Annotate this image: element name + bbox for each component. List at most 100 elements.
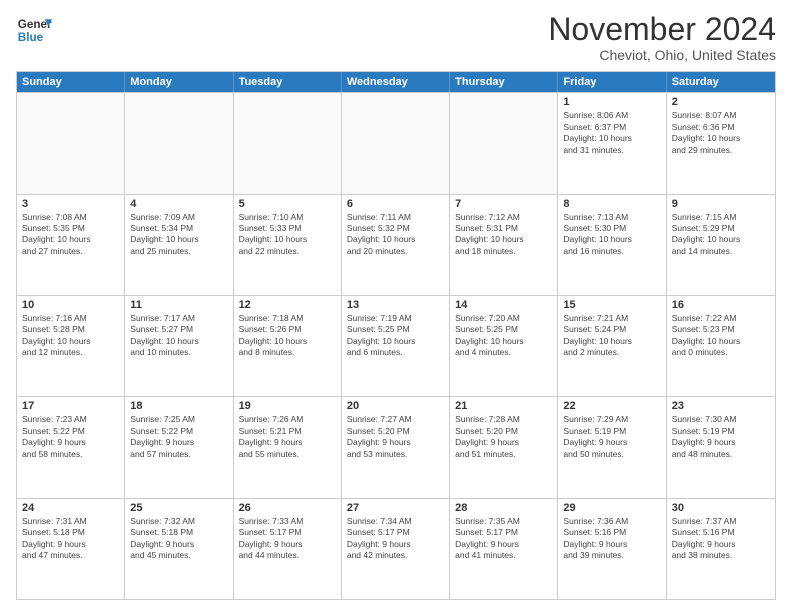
day-info: Sunrise: 7:20 AM Sunset: 5:25 PM Dayligh… (455, 313, 552, 359)
calendar-cell: 21 Sunrise: 7:28 AM Sunset: 5:20 PM Dayli… (450, 397, 558, 497)
day-number: 28 (455, 502, 552, 514)
day-number: 23 (672, 400, 770, 412)
calendar-cell: 7 Sunrise: 7:12 AM Sunset: 5:31 PM Daylig… (450, 195, 558, 295)
day-number: 15 (563, 299, 660, 311)
calendar-cell: 2 Sunrise: 8:07 AM Sunset: 6:36 PM Daylig… (667, 93, 775, 193)
day-info: Sunrise: 7:27 AM Sunset: 5:20 PM Dayligh… (347, 414, 444, 460)
day-number: 3 (22, 198, 119, 210)
calendar-cell: 9Sunrise: 7:15 AM Sunset: 5:29 PM Daylig… (667, 195, 775, 295)
calendar-cell: 28Sunrise: 7:35 AM Sunset: 5:17 PM Dayli… (450, 499, 558, 599)
calendar-row: 3 Sunrise: 7:08 AM Sunset: 5:35 PM Daylig… (17, 194, 775, 295)
calendar-cell: 10 Sunrise: 7:16 AM Sunset: 5:28 PM Dayli… (17, 296, 125, 396)
calendar-cell: 23 Sunrise: 7:30 AM Sunset: 5:19 PM Dayli… (667, 397, 775, 497)
calendar-header-cell: Saturday (667, 72, 775, 92)
calendar-cell: 3 Sunrise: 7:08 AM Sunset: 5:35 PM Daylig… (17, 195, 125, 295)
calendar-cell: 22 Sunrise: 7:29 AM Sunset: 5:19 PM Dayli… (558, 397, 666, 497)
calendar-cell (450, 93, 558, 193)
month-title: November 2024 (548, 12, 776, 47)
calendar-cell (342, 93, 450, 193)
calendar-cell: 4 Sunrise: 7:09 AM Sunset: 5:34 PM Daylig… (125, 195, 233, 295)
calendar-cell: 13Sunrise: 7:19 AM Sunset: 5:25 PM Dayli… (342, 296, 450, 396)
calendar-cell: 16Sunrise: 7:22 AM Sunset: 5:23 PM Dayli… (667, 296, 775, 396)
day-number: 19 (239, 400, 336, 412)
day-number: 4 (130, 198, 227, 210)
calendar: SundayMondayTuesdayWednesdayThursdayFrid… (16, 71, 776, 600)
calendar-row: 10 Sunrise: 7:16 AM Sunset: 5:28 PM Dayli… (17, 295, 775, 396)
calendar-cell: 8 Sunrise: 7:13 AM Sunset: 5:30 PM Daylig… (558, 195, 666, 295)
calendar-header-cell: Friday (558, 72, 666, 92)
day-number: 6 (347, 198, 444, 210)
day-info: Sunrise: 7:28 AM Sunset: 5:20 PM Dayligh… (455, 414, 552, 460)
day-info: Sunrise: 8:06 AM Sunset: 6:37 PM Dayligh… (563, 110, 660, 156)
day-info: Sunrise: 7:17 AM Sunset: 5:27 PM Dayligh… (130, 313, 227, 359)
day-info: Sunrise: 7:09 AM Sunset: 5:34 PM Dayligh… (130, 212, 227, 258)
day-number: 21 (455, 400, 552, 412)
calendar-cell (234, 93, 342, 193)
day-number: 26 (239, 502, 336, 514)
calendar-cell: 20Sunrise: 7:27 AM Sunset: 5:20 PM Dayli… (342, 397, 450, 497)
day-info: Sunrise: 8:07 AM Sunset: 6:36 PM Dayligh… (672, 110, 770, 156)
day-info: Sunrise: 7:10 AM Sunset: 5:33 PM Dayligh… (239, 212, 336, 258)
day-number: 12 (239, 299, 336, 311)
calendar-cell: 25Sunrise: 7:32 AM Sunset: 5:18 PM Dayli… (125, 499, 233, 599)
day-info: Sunrise: 7:12 AM Sunset: 5:31 PM Dayligh… (455, 212, 552, 258)
calendar-cell: 29 Sunrise: 7:36 AM Sunset: 5:16 PM Dayli… (558, 499, 666, 599)
calendar-header: SundayMondayTuesdayWednesdayThursdayFrid… (17, 72, 775, 92)
day-number: 18 (130, 400, 227, 412)
svg-text:Blue: Blue (18, 31, 44, 44)
day-info: Sunrise: 7:19 AM Sunset: 5:25 PM Dayligh… (347, 313, 444, 359)
day-info: Sunrise: 7:23 AM Sunset: 5:22 PM Dayligh… (22, 414, 119, 460)
logo: General Blue (16, 12, 52, 48)
day-number: 29 (563, 502, 660, 514)
day-info: Sunrise: 7:30 AM Sunset: 5:19 PM Dayligh… (672, 414, 770, 460)
day-info: Sunrise: 7:11 AM Sunset: 5:32 PM Dayligh… (347, 212, 444, 258)
calendar-cell: 14 Sunrise: 7:20 AM Sunset: 5:25 PM Dayli… (450, 296, 558, 396)
calendar-cell: 26Sunrise: 7:33 AM Sunset: 5:17 PM Dayli… (234, 499, 342, 599)
header: General Blue November 2024 Cheviot, Ohio… (16, 12, 776, 63)
calendar-body: 1 Sunrise: 8:06 AM Sunset: 6:37 PM Daylig… (17, 92, 775, 599)
day-number: 27 (347, 502, 444, 514)
day-info: Sunrise: 7:21 AM Sunset: 5:24 PM Dayligh… (563, 313, 660, 359)
day-info: Sunrise: 7:31 AM Sunset: 5:18 PM Dayligh… (22, 516, 119, 562)
day-info: Sunrise: 7:15 AM Sunset: 5:29 PM Dayligh… (672, 212, 770, 258)
day-number: 30 (672, 502, 770, 514)
calendar-header-cell: Monday (125, 72, 233, 92)
calendar-cell (125, 93, 233, 193)
calendar-header-cell: Thursday (450, 72, 558, 92)
day-number: 17 (22, 400, 119, 412)
calendar-cell: 17 Sunrise: 7:23 AM Sunset: 5:22 PM Dayli… (17, 397, 125, 497)
day-info: Sunrise: 7:13 AM Sunset: 5:30 PM Dayligh… (563, 212, 660, 258)
day-info: Sunrise: 7:37 AM Sunset: 5:16 PM Dayligh… (672, 516, 770, 562)
calendar-cell: 30 Sunrise: 7:37 AM Sunset: 5:16 PM Dayli… (667, 499, 775, 599)
page: General Blue November 2024 Cheviot, Ohio… (0, 0, 792, 612)
day-info: Sunrise: 7:25 AM Sunset: 5:22 PM Dayligh… (130, 414, 227, 460)
day-number: 11 (130, 299, 227, 311)
day-info: Sunrise: 7:08 AM Sunset: 5:35 PM Dayligh… (22, 212, 119, 258)
day-number: 10 (22, 299, 119, 311)
day-info: Sunrise: 7:36 AM Sunset: 5:16 PM Dayligh… (563, 516, 660, 562)
logo-icon: General Blue (16, 12, 52, 48)
calendar-cell: 27 Sunrise: 7:34 AM Sunset: 5:17 PM Dayli… (342, 499, 450, 599)
calendar-cell: 1 Sunrise: 8:06 AM Sunset: 6:37 PM Daylig… (558, 93, 666, 193)
calendar-cell: 6 Sunrise: 7:11 AM Sunset: 5:32 PM Daylig… (342, 195, 450, 295)
day-info: Sunrise: 7:34 AM Sunset: 5:17 PM Dayligh… (347, 516, 444, 562)
day-number: 14 (455, 299, 552, 311)
calendar-cell: 12 Sunrise: 7:18 AM Sunset: 5:26 PM Dayli… (234, 296, 342, 396)
day-info: Sunrise: 7:18 AM Sunset: 5:26 PM Dayligh… (239, 313, 336, 359)
calendar-cell: 5Sunrise: 7:10 AM Sunset: 5:33 PM Daylig… (234, 195, 342, 295)
day-info: Sunrise: 7:26 AM Sunset: 5:21 PM Dayligh… (239, 414, 336, 460)
day-number: 16 (672, 299, 770, 311)
day-number: 2 (672, 96, 770, 108)
day-number: 22 (563, 400, 660, 412)
location: Cheviot, Ohio, United States (548, 47, 776, 63)
day-number: 7 (455, 198, 552, 210)
calendar-header-cell: Tuesday (234, 72, 342, 92)
day-info: Sunrise: 7:32 AM Sunset: 5:18 PM Dayligh… (130, 516, 227, 562)
day-info: Sunrise: 7:29 AM Sunset: 5:19 PM Dayligh… (563, 414, 660, 460)
day-number: 8 (563, 198, 660, 210)
day-number: 1 (563, 96, 660, 108)
calendar-cell: 18 Sunrise: 7:25 AM Sunset: 5:22 PM Dayli… (125, 397, 233, 497)
day-info: Sunrise: 7:16 AM Sunset: 5:28 PM Dayligh… (22, 313, 119, 359)
calendar-row: 24 Sunrise: 7:31 AM Sunset: 5:18 PM Dayli… (17, 498, 775, 599)
day-number: 24 (22, 502, 119, 514)
